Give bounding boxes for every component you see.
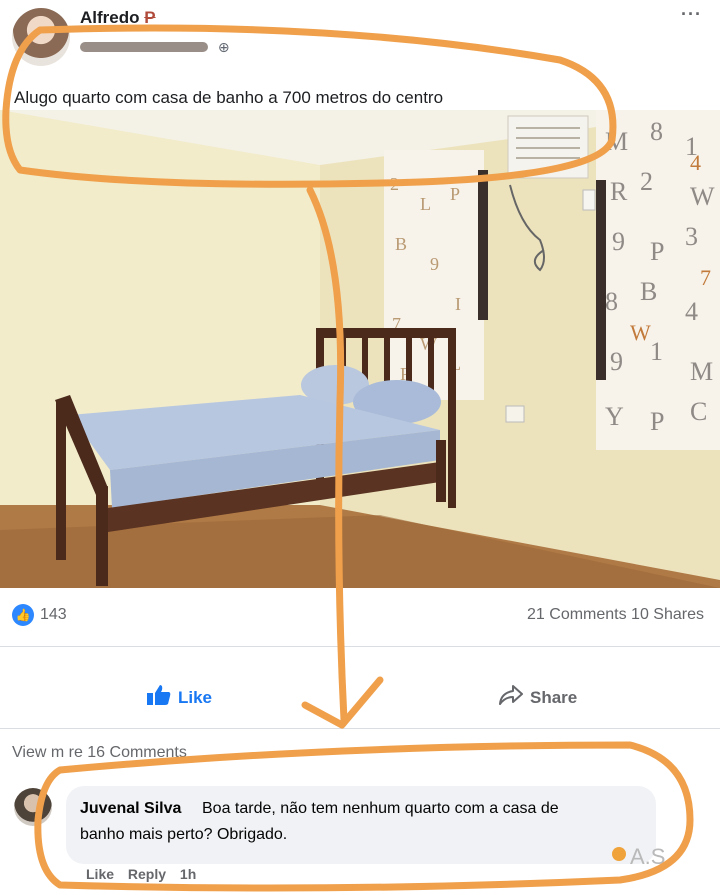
svg-text:2: 2	[390, 174, 399, 194]
reaction-icon	[612, 846, 626, 861]
svg-text:P: P	[650, 407, 664, 436]
comment-timestamp: 1h	[179, 866, 197, 882]
svg-text:9: 9	[430, 254, 439, 274]
thumbs-up-icon	[146, 684, 172, 711]
svg-text:L: L	[420, 194, 431, 214]
divider	[0, 646, 720, 647]
post-photo[interactable]: 2LP B9I 7WR L M81 R2W 9P3 8B4 91M YPC 4W…	[0, 110, 720, 588]
svg-text:2: 2	[640, 167, 653, 196]
like-count[interactable]: 143	[40, 606, 67, 624]
comment-text-line2: banho mais perto? Obrigado.	[80, 826, 288, 843]
comments-shares-count[interactable]: 21 Comments 10 Shares	[527, 606, 704, 624]
svg-text:B: B	[640, 277, 657, 306]
like-reaction-icon[interactable]: 👍	[12, 604, 34, 626]
svg-text:M: M	[605, 127, 628, 156]
svg-text:1: 1	[650, 337, 663, 366]
svg-text:4: 4	[690, 150, 701, 175]
svg-text:C: C	[690, 397, 707, 426]
svg-text:4: 4	[685, 297, 698, 326]
svg-text:7: 7	[700, 265, 711, 290]
globe-icon: ⊕	[217, 38, 230, 55]
svg-text:W: W	[630, 320, 651, 345]
watermark: A.S.	[630, 844, 672, 869]
comment-bubble	[66, 786, 656, 864]
more-options-icon[interactable]: ···	[681, 4, 702, 25]
view-more-comments-link[interactable]: View m re 16 Comments	[12, 744, 187, 762]
svg-text:8: 8	[605, 287, 618, 316]
share-label: Share	[530, 687, 578, 707]
svg-text:P: P	[450, 184, 460, 204]
comment-text-line1: Boa tarde, não tem nenhum quarto com a c…	[202, 800, 559, 817]
author-name-visible: Alfredo	[80, 8, 140, 27]
svg-text:W: W	[690, 182, 715, 211]
author-name-redacted: P	[144, 8, 156, 27]
svg-text:9: 9	[610, 347, 623, 376]
svg-text:I: I	[455, 294, 461, 314]
post-caption: Alugo quarto com casa de banho a 700 met…	[14, 88, 444, 107]
connector-arrow-head	[301, 676, 384, 729]
share-button[interactable]: Share	[498, 684, 577, 711]
svg-text:M: M	[690, 357, 713, 386]
bedroom-photo-illustration: 2LP B9I 7WR L M81 R2W 9P3 8B4 91M YPC 4W…	[0, 110, 720, 588]
svg-text:9: 9	[612, 227, 625, 256]
author-avatar[interactable]	[12, 8, 70, 66]
svg-text:3: 3	[685, 222, 698, 251]
svg-text:Y: Y	[605, 402, 624, 431]
like-button[interactable]: Like	[146, 684, 212, 711]
svg-text:B: B	[395, 234, 407, 254]
comment-reaction-badge[interactable]	[612, 846, 630, 861]
share-arrow-icon	[498, 684, 524, 711]
comment-reply-link[interactable]: Reply	[128, 866, 166, 882]
commenter-avatar[interactable]	[14, 788, 52, 826]
svg-text:R: R	[610, 177, 628, 206]
author-subline: ⊕	[80, 38, 230, 56]
like-label: Like	[178, 687, 213, 707]
svg-text:P: P	[650, 237, 664, 266]
divider	[0, 728, 720, 729]
redacted-handle	[80, 42, 208, 53]
commenter-name[interactable]: Juvenal Silva	[80, 800, 181, 818]
svg-text:8: 8	[650, 117, 663, 146]
comment-like-link[interactable]: Like	[86, 866, 114, 882]
comment-actions: Like Reply 1h	[86, 866, 206, 882]
author-name[interactable]: Alfredo P	[80, 8, 156, 28]
